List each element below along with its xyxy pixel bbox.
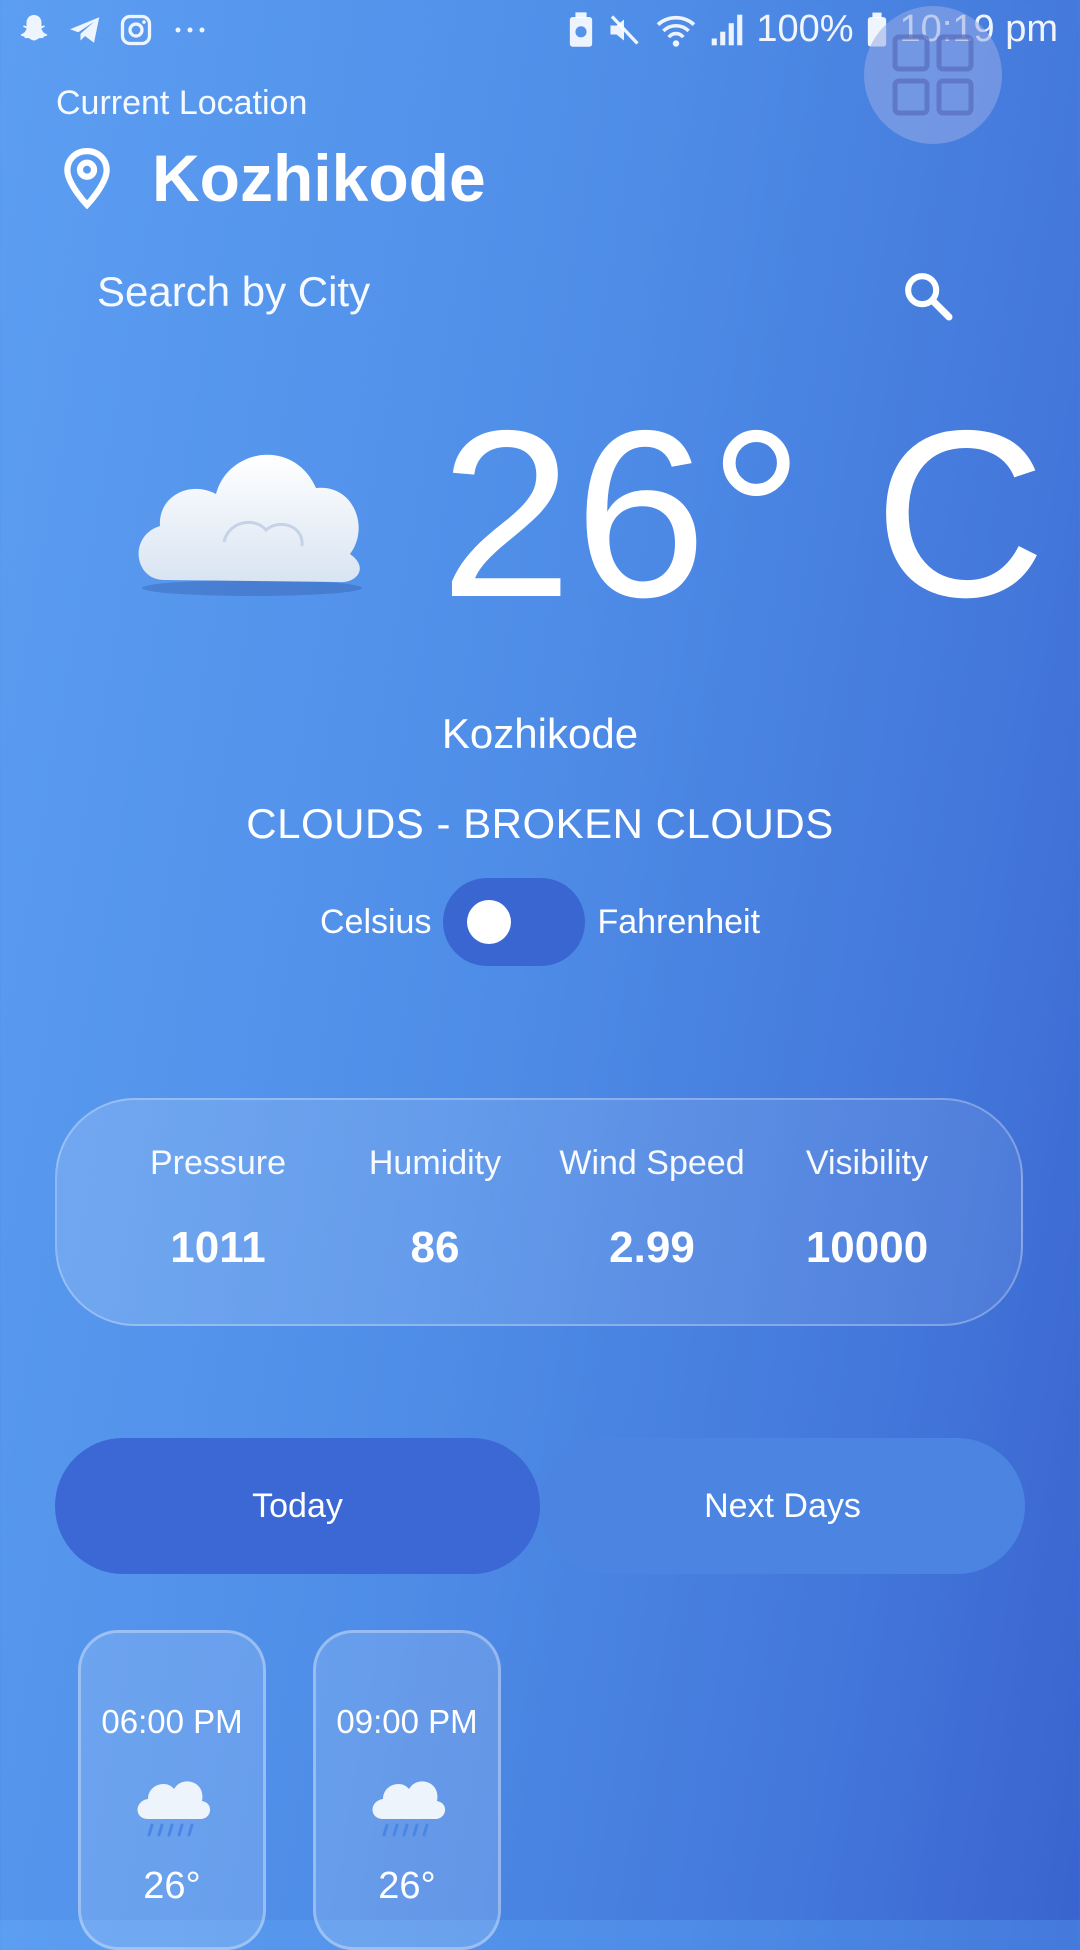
signal-icon xyxy=(712,14,743,45)
hourly-forecast-card[interactable]: 09:00 PM 26° xyxy=(313,1630,501,1950)
forecast-temperature: 26° xyxy=(143,1865,201,1907)
app-grid-button[interactable] xyxy=(864,6,1002,144)
stat-visibility: Visibility 10000 xyxy=(757,1144,977,1273)
more-dots-icon xyxy=(175,27,205,33)
battery-saver-icon xyxy=(570,11,593,47)
battery-percentage: 100% xyxy=(756,8,854,50)
search-input[interactable]: Search by City xyxy=(97,268,370,316)
toggle-knob xyxy=(467,900,512,944)
search-button[interactable] xyxy=(900,268,956,324)
forecast-time: 06:00 PM xyxy=(101,1703,243,1740)
stat-value: 10000 xyxy=(805,1223,929,1272)
search-icon xyxy=(905,273,953,321)
forecast-temperature: 26° xyxy=(378,1865,436,1907)
wifi-icon xyxy=(657,15,696,47)
mute-icon xyxy=(610,14,640,45)
forecast-time: 09:00 PM xyxy=(336,1703,478,1740)
hourly-forecast-card[interactable]: 06:00 PM 26° xyxy=(78,1630,266,1950)
fahrenheit-label: Fahrenheit xyxy=(597,902,761,941)
stat-label: Wind Speed xyxy=(559,1144,745,1182)
unit-toggle[interactable] xyxy=(443,878,586,966)
stat-label: Visibility xyxy=(805,1144,929,1182)
rain-cloud-icon xyxy=(372,1781,446,1837)
notification-icons xyxy=(16,12,212,48)
stat-humidity: Humidity 86 xyxy=(325,1144,545,1273)
instagram-icon xyxy=(120,14,152,46)
grid-icon xyxy=(892,34,974,116)
cloud-icon xyxy=(124,418,374,598)
rain-cloud-icon xyxy=(137,1781,211,1837)
stat-value: 86 xyxy=(410,1223,460,1272)
celsius-label: Celsius xyxy=(319,902,432,941)
location-city: Kozhikode xyxy=(152,141,486,215)
weather-stats-card: Pressure 1011 Humidity 86 Wind Speed 2.9… xyxy=(55,1098,1023,1326)
current-temperature: 26° C xyxy=(440,382,1048,647)
location-pin-icon xyxy=(64,148,110,209)
location-header: Kozhikode xyxy=(62,140,486,216)
telegram-icon xyxy=(70,17,100,43)
stat-pressure: Pressure 1011 xyxy=(108,1144,328,1273)
stat-value: 2.99 xyxy=(609,1223,695,1272)
stat-value: 1011 xyxy=(170,1223,266,1272)
weather-city: Kozhikode xyxy=(441,710,639,757)
stat-wind-speed: Wind Speed 2.99 xyxy=(542,1144,762,1273)
tab-today[interactable]: Today xyxy=(55,1438,540,1574)
snapchat-icon xyxy=(20,15,48,41)
stat-label: Pressure xyxy=(149,1144,287,1182)
weather-description: CLOUDS - BROKEN CLOUDS xyxy=(246,800,834,847)
unit-switch-row: Celsius Fahrenheit xyxy=(0,878,1080,966)
current-location-label: Current Location xyxy=(56,84,308,122)
stat-label: Humidity xyxy=(368,1144,502,1182)
tab-next-days[interactable]: Next Days xyxy=(540,1438,1025,1574)
